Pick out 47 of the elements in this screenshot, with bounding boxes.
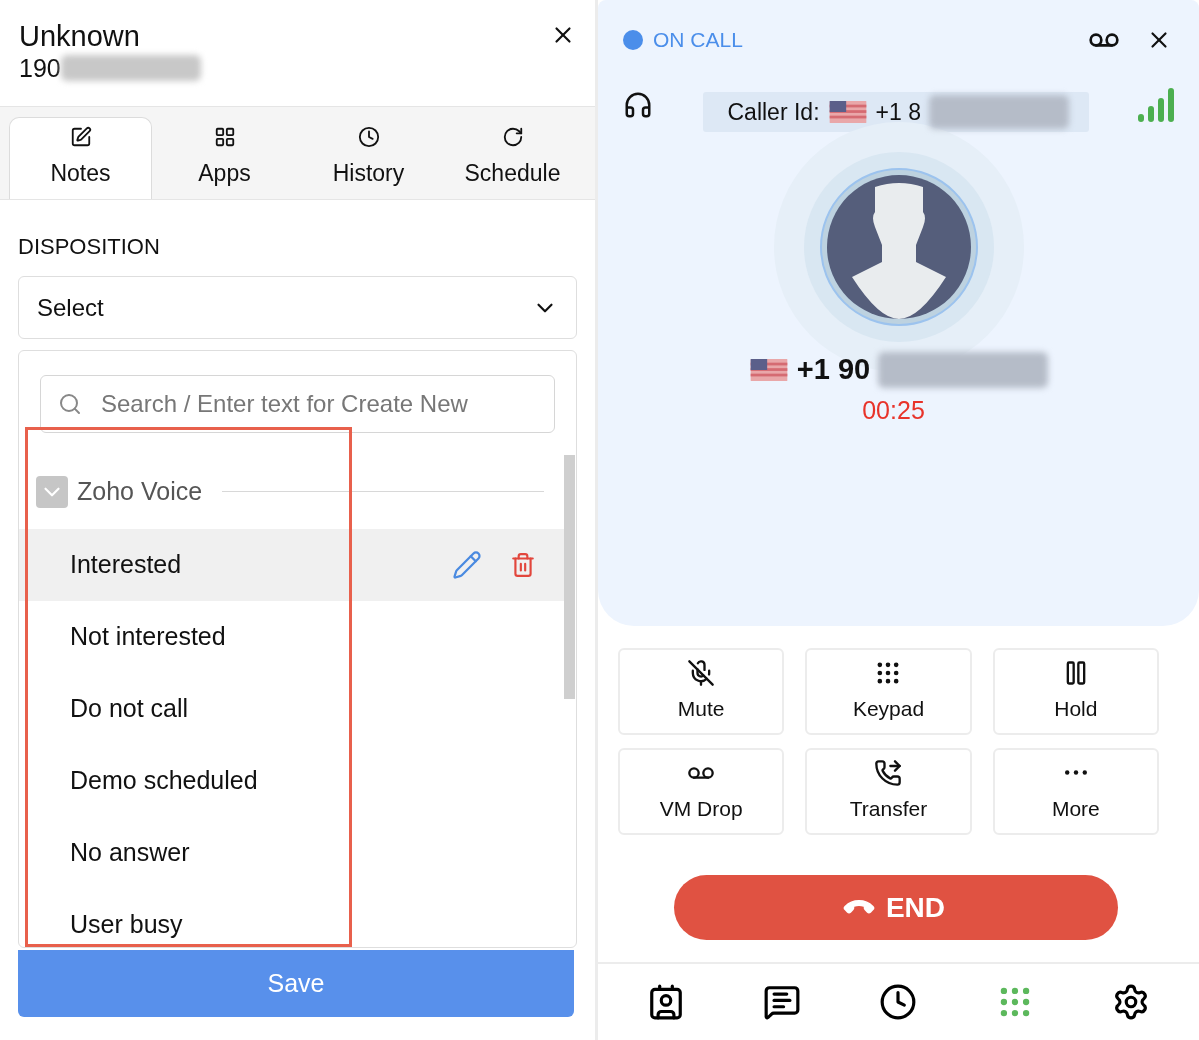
call-action-button[interactable]: Hold [992, 648, 1159, 735]
contact-number: 190 [19, 53, 61, 83]
caller-id-label: Caller Id: [727, 97, 820, 127]
headphones-icon[interactable] [623, 90, 653, 120]
call-action-button[interactable]: Keypad [805, 648, 972, 735]
group-name: Zoho Voice [77, 476, 203, 507]
disposition-option[interactable]: Interested [19, 528, 564, 601]
disposition-dropdown[interactable]: Select [18, 276, 577, 339]
call-action-button[interactable]: VM Drop [618, 748, 785, 835]
contact-name: Unknown [19, 20, 141, 53]
mic-off-icon [687, 658, 716, 687]
grid-icon [213, 125, 236, 148]
more-icon [1064, 770, 1087, 776]
message-icon[interactable] [763, 983, 802, 1021]
group-toggle[interactable] [36, 475, 68, 508]
disposition-option[interactable]: Do not call [19, 672, 564, 745]
call-action-button[interactable]: Mute [618, 648, 785, 735]
us-flag-icon [827, 101, 868, 123]
trash-icon[interactable] [510, 551, 536, 578]
disposition-option[interactable]: User busy [19, 888, 564, 947]
avatar-icon [818, 167, 979, 327]
end-call-button[interactable]: END [673, 875, 1118, 940]
clock-icon [357, 125, 380, 148]
call-timer: 00:25 [862, 394, 925, 426]
call-action-button[interactable]: Transfer [805, 748, 972, 835]
clock-arrow-icon [501, 125, 524, 148]
signal-icon [1138, 88, 1174, 122]
disposition-label: DISPOSITION [18, 234, 161, 260]
caller-number: +1 90 [796, 352, 871, 387]
us-flag-icon [748, 358, 789, 381]
phone-arrow-icon [874, 758, 903, 787]
scrollbar[interactable] [564, 455, 575, 699]
call-action-button[interactable]: More [992, 748, 1159, 835]
call-status: ON CALL [653, 27, 743, 54]
tab[interactable]: Schedule [441, 117, 584, 199]
pencil-icon[interactable] [452, 549, 482, 580]
disposition-option[interactable]: Demo scheduled [19, 744, 564, 817]
search-field[interactable]: Search / Enter text for Create New [40, 375, 555, 433]
tab[interactable]: History [297, 117, 440, 199]
tab[interactable]: Notes [9, 117, 152, 199]
edit-icon [69, 126, 92, 149]
disposition-option[interactable]: Not interested [19, 600, 564, 673]
disposition-option[interactable]: No answer [19, 816, 564, 889]
clock-icon[interactable] [879, 983, 918, 1021]
tab[interactable]: Apps [153, 117, 296, 199]
caller-id-number: +1 8 [875, 97, 921, 127]
search-icon [58, 392, 82, 416]
